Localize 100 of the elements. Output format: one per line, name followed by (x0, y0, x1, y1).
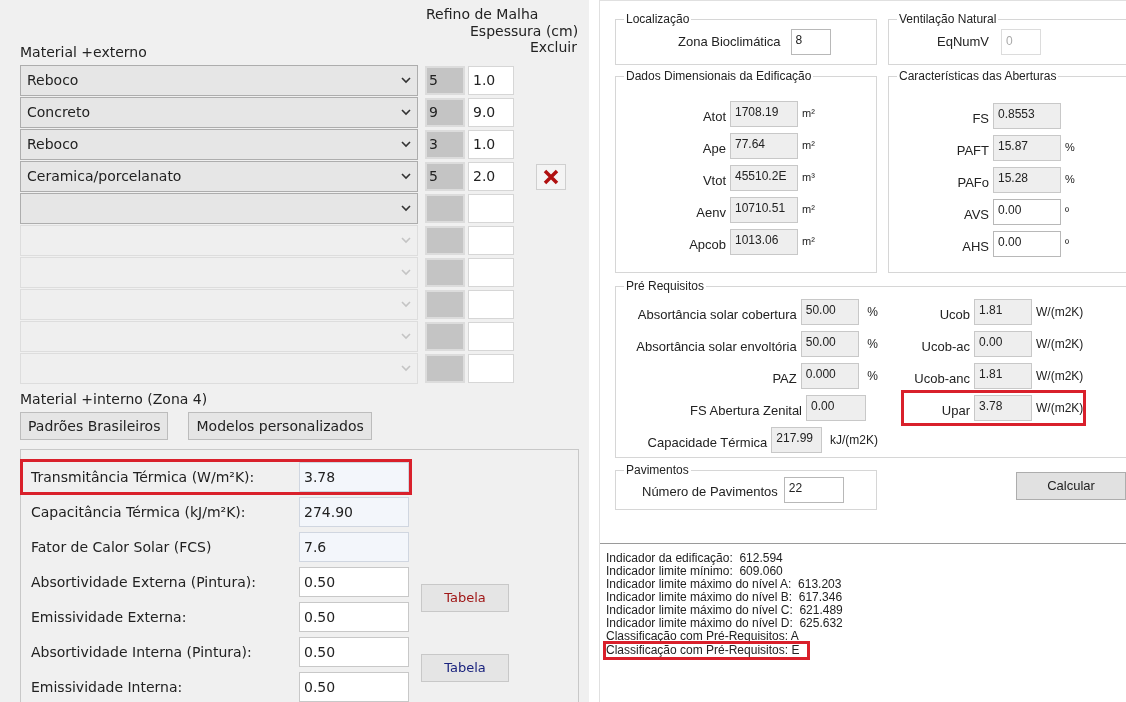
result-line: Indicador limite máximo do nível B: 617.346 (606, 591, 843, 604)
text-field[interactable]: 0.000 (800, 363, 860, 389)
material-dropdown[interactable] (20, 225, 418, 256)
material-dropdown[interactable] (20, 321, 418, 352)
close-icon (543, 168, 559, 185)
text-field[interactable]: 45510.2E (730, 165, 798, 191)
text-field[interactable]: 50.00 (800, 331, 860, 357)
text-field[interactable]: 1.81 (974, 299, 1032, 325)
material-dropdown[interactable]: Ceramica/porcelanato (20, 161, 418, 192)
property-label: Fator de Calor Solar (FCS) (30, 537, 213, 557)
text-field[interactable]: 217.99 (771, 427, 822, 453)
result-line: Indicador limite máximo do nível A: 613.203 (606, 578, 842, 591)
refino-field[interactable]: 5 (425, 162, 465, 191)
field-label: Atot (701, 108, 726, 127)
chevron-icon (401, 205, 411, 212)
text-field[interactable]: 8 (790, 29, 831, 55)
text-field[interactable]: 0.00 (993, 199, 1061, 225)
chevron-icon (401, 333, 411, 340)
text-field[interactable]: 15.28 (993, 167, 1061, 193)
material-dropdown[interactable] (20, 289, 418, 320)
field-label: EqNumV (937, 33, 990, 52)
material-dropdown[interactable]: Reboco (20, 129, 418, 160)
result-line: Classificação com Pré-Requisitos: E (606, 644, 808, 657)
espessura-field[interactable] (468, 258, 514, 287)
refino-field[interactable] (425, 290, 465, 319)
refino-field[interactable]: 5 (425, 66, 465, 95)
unit-label: m² (802, 202, 815, 217)
refino-field[interactable] (425, 226, 465, 255)
text-field[interactable]: 10710.51 (730, 197, 798, 223)
preset-button[interactable]: Modelos personalizados (188, 412, 372, 440)
material-dropdown[interactable] (20, 193, 418, 224)
unit-label: % (1065, 172, 1075, 187)
espessura-field[interactable]: 1.0 (468, 66, 514, 95)
chevron-icon (401, 301, 411, 308)
table-button[interactable]: Tabela (421, 584, 509, 612)
refino-field[interactable] (425, 354, 465, 383)
chevron-icon (401, 109, 411, 116)
unit-label: W/(m2K) (1036, 368, 1084, 385)
refino-field[interactable]: 3 (425, 130, 465, 159)
field-label: Upar (940, 402, 970, 421)
delete-button[interactable] (536, 163, 566, 190)
field-label: PAZ (771, 370, 797, 389)
field-label: FS Abertura Zenital (689, 402, 802, 421)
material-dropdown[interactable]: Reboco (20, 65, 418, 96)
field-label: FS (971, 110, 989, 129)
section-label: Material +interno (Zona 4) (20, 390, 209, 409)
property-field[interactable]: 274.90 (299, 497, 409, 527)
table-button[interactable]: Tabela (421, 654, 509, 682)
text-field[interactable]: 77.64 (730, 133, 798, 159)
field-label: PAFT (955, 142, 989, 161)
field-label: Absortância solar envoltória (635, 338, 797, 357)
unit-label: % (1065, 140, 1075, 155)
espessura-field[interactable] (468, 354, 514, 383)
espessura-field[interactable]: 9.0 (468, 98, 514, 127)
field-label: PAFo (956, 174, 989, 193)
espessura-field[interactable] (468, 290, 514, 319)
text-field[interactable]: 50.00 (800, 299, 860, 325)
espessura-field[interactable] (468, 322, 514, 351)
text-field[interactable]: 22 (783, 477, 844, 503)
field-label: Absortância solar cobertura (636, 306, 797, 325)
text-field[interactable]: 0.00 (806, 395, 866, 421)
field-label: Apcob (688, 236, 726, 255)
property-field[interactable]: 7.6 (299, 532, 409, 562)
field-label: AVS (962, 206, 989, 225)
property-label: Emissividade Interna: (30, 677, 184, 697)
espessura-field[interactable]: 2.0 (468, 162, 514, 191)
unit-label: m² (802, 234, 815, 249)
text-field[interactable]: 1.81 (974, 363, 1032, 389)
refino-field[interactable] (425, 322, 465, 351)
group-title: Localização (624, 11, 692, 27)
material-dropdown[interactable]: Concreto (20, 97, 418, 128)
result-line: Indicador limite máximo do nível C: 621.489 (606, 604, 843, 617)
group-title: Ventilação Natural (897, 11, 999, 27)
espessura-field[interactable] (468, 194, 514, 223)
unit-label: º (1065, 236, 1070, 251)
text-field[interactable]: 3.78 (974, 395, 1032, 421)
property-label: Absortividade Externa (Pintura): (30, 572, 257, 592)
espessura-field[interactable]: 1.0 (468, 130, 514, 159)
material-dropdown[interactable] (20, 353, 418, 384)
column-header: Excluir (530, 39, 577, 55)
text-field[interactable]: 0.00 (974, 331, 1032, 357)
property-field[interactable]: 3.78 (299, 462, 409, 492)
property-field[interactable]: 0.50 (299, 672, 409, 702)
refino-field[interactable] (425, 258, 465, 287)
refino-field[interactable]: 9 (425, 98, 465, 127)
text-field[interactable]: 15.87 (993, 135, 1061, 161)
property-field[interactable]: 0.50 (299, 637, 409, 667)
calculate-button[interactable]: Calcular (1016, 472, 1126, 500)
property-field[interactable]: 0.50 (299, 602, 409, 632)
text-field[interactable]: 1013.06 (730, 229, 798, 255)
espessura-field[interactable] (468, 226, 514, 255)
preset-button[interactable]: Padrões Brasileiros (20, 412, 169, 440)
text-field[interactable]: 0.00 (993, 231, 1061, 257)
unit-label: m² (802, 138, 815, 153)
refino-field[interactable] (425, 194, 465, 223)
material-dropdown[interactable] (20, 257, 418, 288)
text-field[interactable]: 0.8553 (993, 103, 1061, 129)
unit-label: % (867, 368, 878, 385)
text-field[interactable]: 1708.19 (730, 101, 798, 127)
property-field[interactable]: 0.50 (299, 567, 409, 597)
